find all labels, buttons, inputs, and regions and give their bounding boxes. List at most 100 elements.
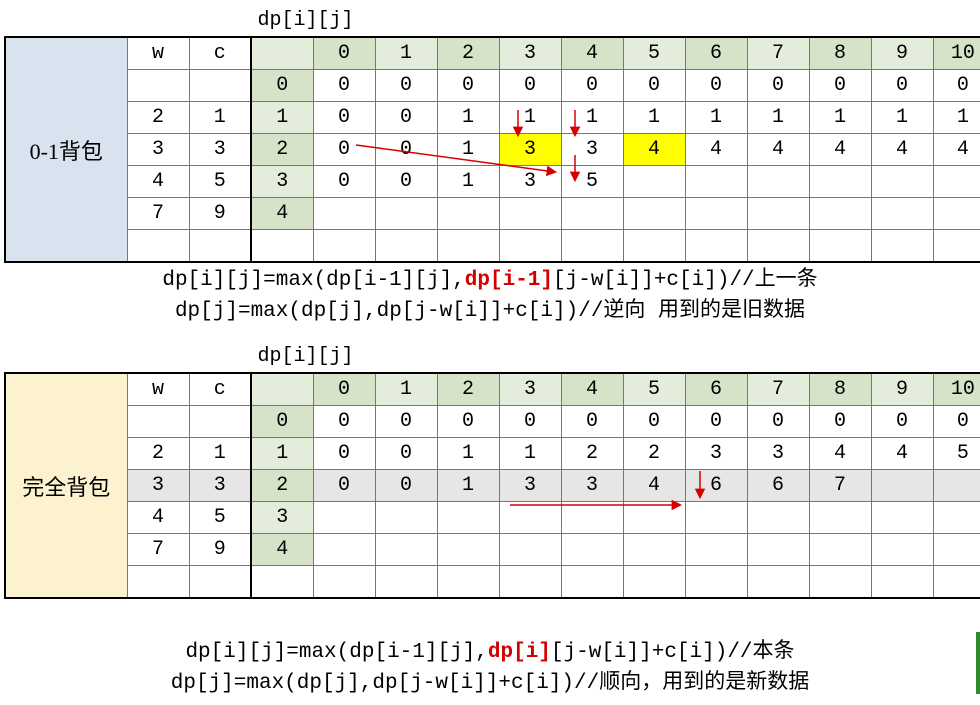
cell xyxy=(871,198,933,230)
cell xyxy=(685,166,747,198)
cell xyxy=(685,502,747,534)
section-01-title: 0-1背包 xyxy=(5,37,127,262)
col-c-label: c xyxy=(189,37,251,70)
cell xyxy=(437,198,499,230)
item-w: 4 xyxy=(127,166,189,198)
item-c: 3 xyxy=(189,134,251,166)
cell xyxy=(747,166,809,198)
cell: 0 xyxy=(375,406,437,438)
cell: 0 xyxy=(499,406,561,438)
item-c xyxy=(189,406,251,438)
cell: 0 xyxy=(313,166,375,198)
jcol: 9 xyxy=(871,37,933,70)
cell xyxy=(871,534,933,566)
item-w: 7 xyxy=(127,198,189,230)
irow: 2 xyxy=(251,470,313,502)
jcol: 0 xyxy=(313,373,375,406)
cell: 1 xyxy=(809,102,871,134)
cell: 0 xyxy=(623,70,685,102)
cell: 1 xyxy=(437,134,499,166)
cell: 0 xyxy=(499,70,561,102)
cell: 0 xyxy=(375,134,437,166)
irow: 1 xyxy=(251,102,313,134)
cell xyxy=(871,502,933,534)
irow: 4 xyxy=(251,198,313,230)
jcol: 9 xyxy=(871,373,933,406)
jcol: 6 xyxy=(685,37,747,70)
irow: 3 xyxy=(251,166,313,198)
cell: 0 xyxy=(375,438,437,470)
irow: 1 xyxy=(251,438,313,470)
dp-label-top: dp[i][j] xyxy=(251,5,980,38)
cell xyxy=(499,534,561,566)
formula-complete-b: dp[j]=max(dp[j],dp[j-w[i]]+c[i])//顺向，用到的… xyxy=(0,665,980,695)
cell: 0 xyxy=(871,70,933,102)
f2a-pre: dp[i][j]=max(dp[i-1][j], xyxy=(185,641,487,664)
cell: 0 xyxy=(933,70,980,102)
cell: 0 xyxy=(809,70,871,102)
cell: 0 xyxy=(313,470,375,502)
cell: 1 xyxy=(933,102,980,134)
cell: 4 xyxy=(685,134,747,166)
cell xyxy=(561,198,623,230)
cell: 1 xyxy=(747,102,809,134)
jcol: 1 xyxy=(375,373,437,406)
cell: 1 xyxy=(561,102,623,134)
col-w-label: w xyxy=(127,373,189,406)
cell: 3 xyxy=(561,470,623,502)
section-complete-title: 完全背包 xyxy=(5,373,127,598)
cell-highlight: 4 xyxy=(623,134,685,166)
cell: 5 xyxy=(933,438,980,470)
cell xyxy=(561,502,623,534)
formula-01-b: dp[j]=max(dp[j],dp[j-w[i]]+c[i])//逆向 用到的… xyxy=(0,293,980,323)
jcol: 10 xyxy=(933,37,980,70)
formula-complete-a: dp[i][j]=max(dp[i-1][j],dp[i][j-w[i]]+c[… xyxy=(0,634,980,664)
cell: 0 xyxy=(933,406,980,438)
cell: 6 xyxy=(747,470,809,502)
cell xyxy=(375,534,437,566)
cell xyxy=(747,502,809,534)
cell xyxy=(871,470,933,502)
irow: 0 xyxy=(251,406,313,438)
cell: 7 xyxy=(809,470,871,502)
jcol: 1 xyxy=(375,37,437,70)
knapsack-01-table: dp[i][j] 0-1背包 w c 0 1 2 3 4 5 6 7 8 9 1… xyxy=(4,4,980,263)
item-w xyxy=(127,70,189,102)
jcol: 0 xyxy=(313,37,375,70)
col-w-label: w xyxy=(127,37,189,70)
cell: 4 xyxy=(623,470,685,502)
cell: 1 xyxy=(499,438,561,470)
item-c: 9 xyxy=(189,198,251,230)
jcol: 6 xyxy=(685,373,747,406)
cell: 3 xyxy=(747,438,809,470)
item-c: 1 xyxy=(189,438,251,470)
cell: 3 xyxy=(685,438,747,470)
cell: 0 xyxy=(623,406,685,438)
cell: 4 xyxy=(809,134,871,166)
cell: 0 xyxy=(313,102,375,134)
cell xyxy=(623,502,685,534)
cell: 0 xyxy=(809,406,871,438)
side-marker-icon xyxy=(976,632,980,694)
item-c xyxy=(189,70,251,102)
cell xyxy=(871,166,933,198)
cell xyxy=(809,534,871,566)
cell: 0 xyxy=(561,70,623,102)
cell xyxy=(375,198,437,230)
cell: 3 xyxy=(561,134,623,166)
dp-label-bottom: dp[i][j] xyxy=(251,341,980,374)
cell: 0 xyxy=(375,166,437,198)
cell: 0 xyxy=(685,406,747,438)
page: { "labels": { "dp_header": "dp[i][j]", "… xyxy=(0,0,980,705)
jcol: 7 xyxy=(747,37,809,70)
jcol: 2 xyxy=(437,37,499,70)
cell xyxy=(685,534,747,566)
cell xyxy=(375,502,437,534)
cell: 0 xyxy=(747,406,809,438)
cell: 5 xyxy=(561,166,623,198)
item-c: 5 xyxy=(189,502,251,534)
item-w: 2 xyxy=(127,102,189,134)
formula-01-a: dp[i][j]=max(dp[i-1][j],dp[i-1][j-w[i]]+… xyxy=(0,262,980,292)
irow: 0 xyxy=(251,70,313,102)
cell: 0 xyxy=(313,438,375,470)
